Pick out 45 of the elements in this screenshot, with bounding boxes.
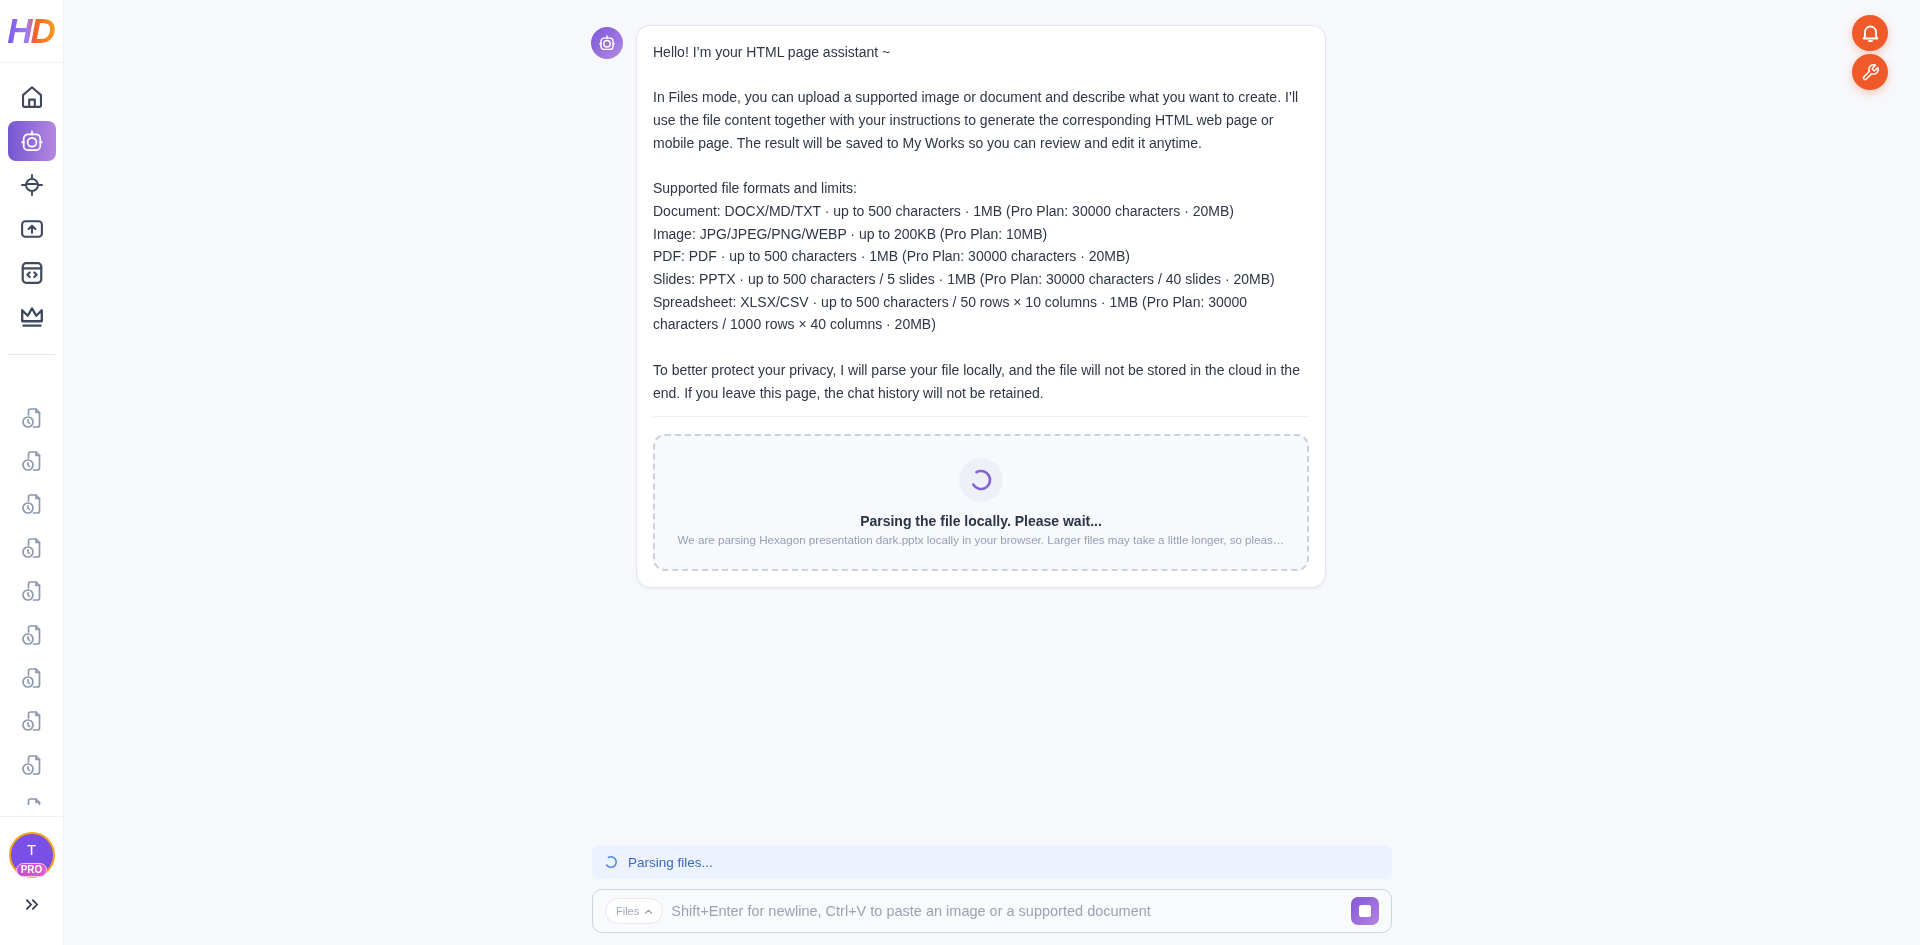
upload-icon (20, 218, 43, 240)
avatar-initial: T (26, 841, 37, 858)
upload-status-title: Parsing the file locally. Please wait... (860, 512, 1102, 532)
file-clock-icon (22, 494, 41, 515)
wrench-icon (1861, 63, 1879, 81)
stop-icon (1359, 905, 1371, 917)
file-clock-icon (22, 668, 41, 689)
file-clock-icon (22, 711, 41, 732)
format-limit-line: Document: DOCX/MD/TXT · up to 500 characters · 1MB (Pro Plan: 30000 characters · 20MB) (653, 201, 1235, 221)
crosshair-icon (20, 174, 43, 196)
pro-badge: PRO (15, 863, 48, 877)
notifications-button[interactable] (1852, 15, 1888, 51)
file-clock-icon (22, 451, 41, 472)
loading-spinner-icon (604, 855, 618, 869)
home-icon (20, 86, 43, 108)
message-text: To better protect your privacy, I will parse your file locally, and the file will not be stored in the cloud in the end. If you leave this page, the chat history will not be retained. (653, 360, 1301, 403)
bell-icon (1861, 24, 1879, 42)
composer-panel[interactable]: Files Shift+Enter for newline, Ctrl+V to paste an image or a supported document (592, 889, 1392, 933)
format-limit-line: Slides: PPTX · up to 500 characters / 5 slides · 1MB (Pro Plan: 30000 characters / 40 slides · 20MB) (653, 270, 1276, 289)
message-text: Hello! I’m your HTML page assistant ~ (653, 43, 892, 62)
file-clock-icon (22, 537, 41, 558)
loading-spinner-icon (959, 458, 1003, 503)
message-input[interactable]: Shift+Enter for newline, Ctrl+V to paste an image or a supported document (671, 896, 1343, 926)
tools-button[interactable] (1852, 54, 1888, 90)
file-clock-icon (22, 754, 41, 775)
formats-heading: Supported file formats and limits: (653, 179, 858, 199)
status-text: Parsing files... (628, 854, 713, 870)
format-limit-line: Spreadsheet: XLSX/CSV · up to 500 characters / 50 rows × 10 columns · 1MB (Pro Plan: 30000 characters / 1000 rows × 40 columns · 20MB) (653, 292, 1249, 335)
message-text: In Files mode, you can upload a supported image or document and describe what you want to create. I’ll use the file content together with your instructions to generate the corresponding HTML web page or mobile page. The result will be saved to My Works so you can review and edit it anytime. (653, 88, 1300, 153)
file-clock-icon (22, 581, 41, 602)
assistant-avatar-icon (591, 27, 623, 59)
code-window-icon (20, 262, 43, 284)
mode-selector[interactable]: Files (605, 898, 664, 924)
format-limit-line: Image: JPG/JPEG/PNG/WEBP · up to 200KB (Pro Plan: 10MB) (653, 224, 1049, 244)
stop-button[interactable] (1351, 897, 1379, 925)
caret-icon (645, 908, 653, 914)
file-clock-icon (22, 407, 41, 428)
file-clock-icon (22, 624, 41, 645)
user-avatar[interactable]: T PRO (8, 832, 55, 878)
upload-status-detail: We are parsing Hexagon presentation dark.pptx locally in your browser. Larger files may take a little longer, so pleas… (677, 532, 1285, 549)
circle-in-square-icon (20, 130, 43, 152)
crown-icon (20, 306, 43, 328)
sidebar-nav-item[interactable] (7, 121, 56, 161)
format-limit-line: PDF: PDF · up to 500 characters · 1MB (Pro Plan: 30000 characters · 20MB) (653, 247, 1131, 267)
double-chevron-icon (25, 898, 38, 910)
